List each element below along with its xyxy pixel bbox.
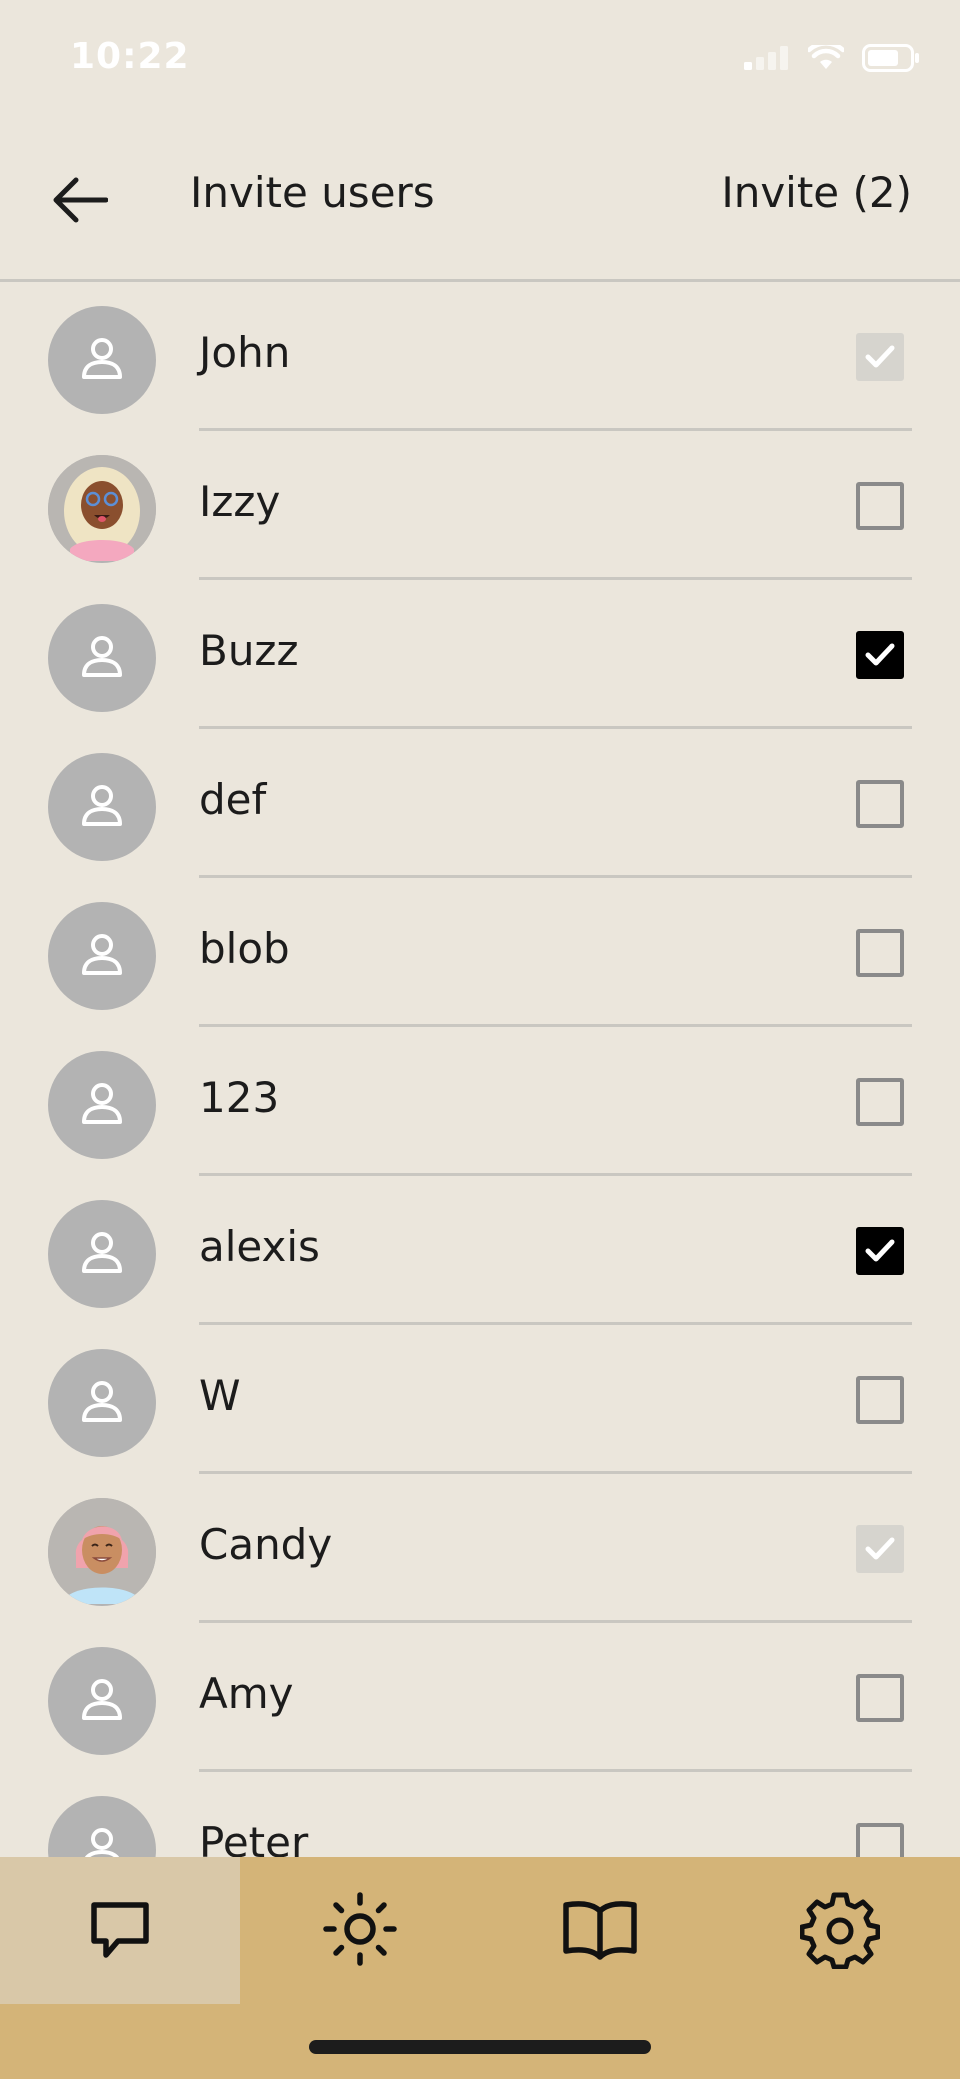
user-name: Amy <box>199 1669 294 1718</box>
person-icon <box>79 782 125 832</box>
nav-item-sun[interactable] <box>240 1857 480 2004</box>
person-icon <box>79 1080 125 1130</box>
person-icon <box>79 633 125 683</box>
checkmark-icon <box>863 1532 897 1566</box>
list-item[interactable]: W <box>0 1325 960 1474</box>
list-item[interactable]: alexis <box>0 1176 960 1325</box>
bottom-nav <box>0 1857 960 2079</box>
avatar <box>48 1498 156 1606</box>
header: Invite users Invite (2) <box>0 120 960 282</box>
user-name: Izzy <box>199 477 281 526</box>
back-arrow-icon <box>52 176 109 228</box>
user-checkbox[interactable] <box>856 1674 904 1722</box>
user-name: blob <box>199 924 290 973</box>
user-name: W <box>199 1371 241 1420</box>
user-name: Candy <box>199 1520 333 1569</box>
user-name: John <box>199 328 291 377</box>
avatar <box>48 1349 156 1457</box>
wifi-icon <box>806 41 846 75</box>
settings-gear-icon <box>799 1889 881 1973</box>
list-item[interactable]: def <box>0 729 960 878</box>
checkmark-icon <box>863 638 897 672</box>
list-item[interactable]: Izzy <box>0 431 960 580</box>
user-checkbox[interactable] <box>856 1227 904 1275</box>
avatar <box>48 455 156 563</box>
person-icon <box>79 335 125 385</box>
avatar <box>48 753 156 861</box>
checkmark-icon <box>863 340 897 374</box>
person-icon <box>79 931 125 981</box>
signal-icon <box>744 46 790 74</box>
back-button[interactable] <box>48 170 112 234</box>
avatar <box>48 902 156 1010</box>
list-item[interactable]: John <box>0 282 960 431</box>
user-checkbox <box>856 333 904 381</box>
user-checkbox[interactable] <box>856 780 904 828</box>
nav-item-settings[interactable] <box>720 1857 960 2004</box>
battery-icon <box>862 44 920 76</box>
user-name: alexis <box>199 1222 320 1271</box>
user-checkbox[interactable] <box>856 929 904 977</box>
user-name: 123 <box>199 1073 280 1122</box>
nav-item-chat[interactable] <box>0 1857 240 2004</box>
person-icon <box>79 1229 125 1279</box>
checkmark-icon <box>863 1234 897 1268</box>
avatar <box>48 1051 156 1159</box>
avatar <box>48 1796 156 1857</box>
list-item[interactable]: Candy <box>0 1474 960 1623</box>
home-indicator <box>309 2040 651 2054</box>
sun-icon <box>320 1889 400 1973</box>
chat-icon <box>84 1893 156 1969</box>
user-name: Buzz <box>199 626 299 675</box>
user-checkbox <box>856 1525 904 1573</box>
status-bar: 10:22 <box>0 0 960 120</box>
user-checkbox[interactable] <box>856 1078 904 1126</box>
person-icon <box>79 1825 125 1857</box>
page-title: Invite users <box>190 168 435 217</box>
memoji-avatar-icon <box>48 1498 156 1606</box>
avatar <box>48 1647 156 1755</box>
user-list: John Izzy Buzz def blob 123 alexis W Candy Amy Pet… <box>0 282 960 1857</box>
status-icons <box>744 41 920 76</box>
list-item[interactable]: 123 <box>0 1027 960 1176</box>
invite-button[interactable]: Invite (2) <box>721 168 912 217</box>
book-icon <box>560 1893 640 1969</box>
person-icon <box>79 1378 125 1428</box>
list-item[interactable]: blob <box>0 878 960 1027</box>
person-icon <box>79 1676 125 1726</box>
list-item[interactable]: Peter <box>0 1772 960 1857</box>
avatar <box>48 1200 156 1308</box>
user-checkbox[interactable] <box>856 1376 904 1424</box>
user-checkbox[interactable] <box>856 631 904 679</box>
list-item[interactable]: Buzz <box>0 580 960 729</box>
avatar <box>48 604 156 712</box>
user-name: Peter <box>199 1818 309 1857</box>
user-checkbox[interactable] <box>856 482 904 530</box>
memoji-avatar-icon <box>48 455 156 563</box>
nav-item-book[interactable] <box>480 1857 720 2004</box>
status-time: 10:22 <box>70 36 190 77</box>
list-item[interactable]: Amy <box>0 1623 960 1772</box>
user-name: def <box>199 775 267 824</box>
avatar <box>48 306 156 414</box>
user-checkbox[interactable] <box>856 1823 904 1857</box>
